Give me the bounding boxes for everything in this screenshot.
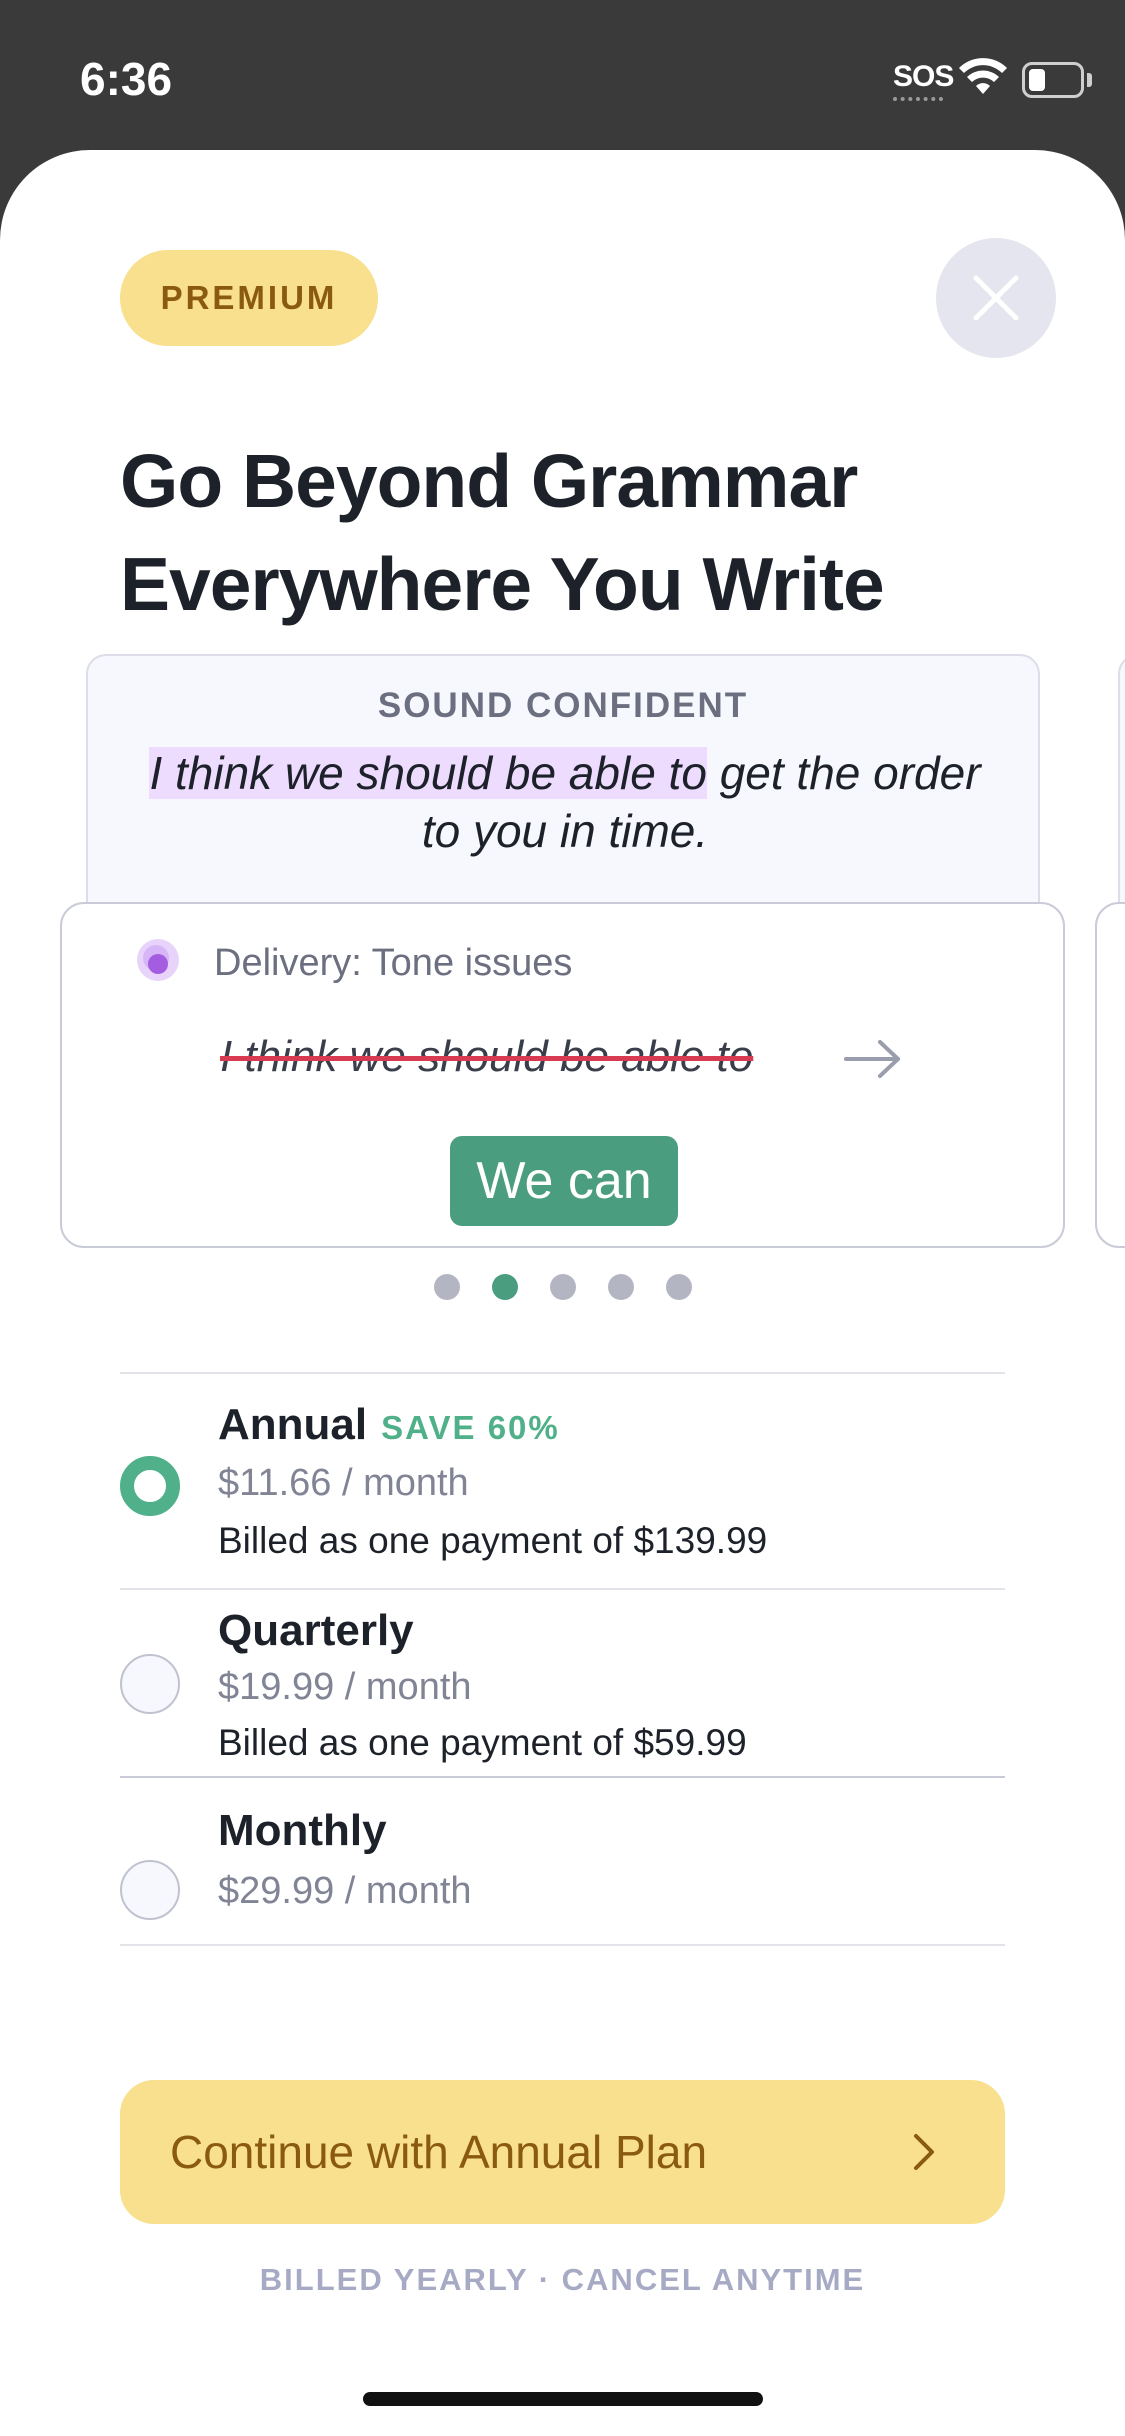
next-example-card-peek[interactable] xyxy=(1118,654,1125,944)
status-bar: 6:36 SOS xyxy=(0,0,1125,150)
continue-button-label: Continue with Annual Plan xyxy=(170,2126,708,2178)
divider xyxy=(120,1944,1005,1946)
sos-indicator: SOS xyxy=(893,60,954,93)
plan-price: $29.99 / month xyxy=(218,1870,472,1912)
battery-level xyxy=(1029,69,1045,91)
plan-option-quarterly[interactable]: Quarterly $19.99 / month Billed as one p… xyxy=(120,1596,1005,1770)
plan-name: Monthly xyxy=(218,1806,387,1855)
continue-button[interactable]: Continue with Annual Plan xyxy=(120,2080,1005,2224)
plan-price: $11.66 / month xyxy=(218,1462,469,1504)
save-badge: SAVE 60% xyxy=(381,1409,560,1446)
plan-price: $19.99 / month xyxy=(218,1666,472,1708)
home-indicator[interactable] xyxy=(363,2392,763,2406)
tone-indicator-icon xyxy=(137,939,179,981)
suggestion-replacement[interactable]: We can xyxy=(450,1136,678,1226)
arrow-right-icon xyxy=(844,1040,900,1078)
divider xyxy=(120,1588,1005,1590)
paywall-sheet: PREMIUM Go Beyond Grammar Everywhere You… xyxy=(0,150,1125,2436)
chevron-right-icon xyxy=(914,2134,934,2170)
carousel-pagination xyxy=(434,1274,692,1304)
example-highlight: I think we should be able to xyxy=(149,747,707,799)
pagination-dot-active[interactable] xyxy=(492,1274,518,1300)
close-button[interactable] xyxy=(936,238,1056,358)
pagination-dot[interactable] xyxy=(550,1274,576,1300)
pagination-dot[interactable] xyxy=(666,1274,692,1300)
radio-monthly[interactable] xyxy=(120,1860,180,1920)
divider xyxy=(120,1372,1005,1374)
battery-cap xyxy=(1087,73,1092,87)
plan-option-annual[interactable]: Annual SAVE 60% $11.66 / month Billed as … xyxy=(120,1386,1005,1562)
premium-badge: PREMIUM xyxy=(120,250,378,346)
plan-name: Annual SAVE 60% xyxy=(218,1400,560,1449)
signal-dots xyxy=(893,97,943,101)
page-title: Go Beyond Grammar Everywhere You Write xyxy=(120,439,885,626)
plan-billed-note: Billed as one payment of $139.99 xyxy=(218,1520,768,1561)
example-sentence: I think we should be able to get the ord… xyxy=(128,744,1002,860)
pagination-dot[interactable] xyxy=(608,1274,634,1300)
plan-name: Quarterly xyxy=(218,1606,414,1655)
status-time: 6:36 xyxy=(80,53,173,105)
battery-icon xyxy=(1022,62,1084,98)
next-suggestion-card-peek[interactable] xyxy=(1095,902,1125,1248)
plan-option-monthly[interactable]: Monthly $29.99 / month xyxy=(120,1786,1005,1936)
wifi-icon xyxy=(959,58,1007,94)
pagination-dot[interactable] xyxy=(434,1274,460,1300)
suggestion-original: I think we should be able to xyxy=(220,1032,754,1081)
close-icon xyxy=(973,275,1019,321)
radio-annual[interactable] xyxy=(120,1456,180,1516)
suggestion-card[interactable]: Delivery: Tone issues I think we should … xyxy=(60,902,1065,1248)
divider xyxy=(120,1776,1005,1778)
suggestion-category: Delivery: Tone issues xyxy=(214,942,573,984)
example-card: SOUND CONFIDENT I think we should be abl… xyxy=(86,654,1040,944)
example-label: SOUND CONFIDENT xyxy=(377,686,749,725)
billing-footnote: BILLED YEARLY · CANCEL ANYTIME xyxy=(259,2262,866,2297)
plan-billed-note: Billed as one payment of $59.99 xyxy=(218,1722,747,1763)
radio-quarterly[interactable] xyxy=(120,1654,180,1714)
